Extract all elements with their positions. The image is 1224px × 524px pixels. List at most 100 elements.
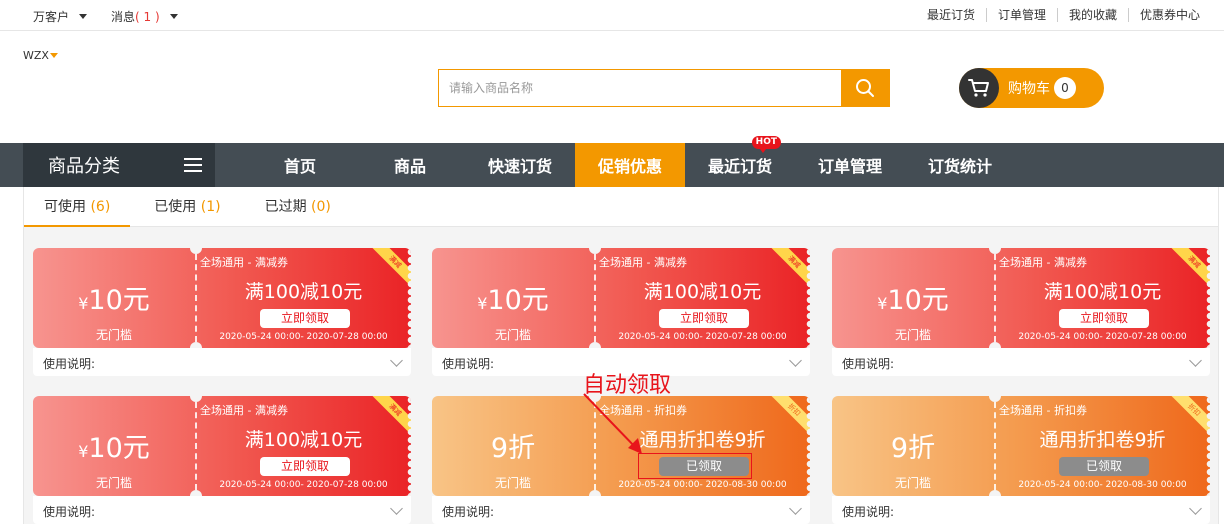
chevron-down-icon xyxy=(789,354,802,367)
nav-item-recent-orders[interactable]: 最近订货 HOT xyxy=(685,136,795,187)
coupon-usage-toggle[interactable]: 使用说明: xyxy=(832,348,1210,376)
logo-text: WZX xyxy=(23,49,49,62)
tab-label: 已使用 xyxy=(154,199,197,215)
coupon-usage-toggle[interactable]: 使用说明: xyxy=(832,496,1210,524)
chevron-down-icon xyxy=(390,502,403,515)
coupon-title: 满100减10元 xyxy=(643,281,762,303)
tab-expired[interactable]: 已过期 (0) xyxy=(245,187,351,227)
top-bar-left: 万客户 消息 ( 1 ) xyxy=(33,8,202,25)
coupon-card: ¥10元 无门槛 全场通用 - 满减券 满100减10元 立即领取 2020-0… xyxy=(832,242,1210,376)
coupon-value: ¥10元 xyxy=(832,278,994,317)
coupon-card: ¥10元 无门槛 全场通用 - 满减券 满100减10元 立即领取 2020-0… xyxy=(33,390,411,524)
coupon-usage-toggle[interactable]: 使用说明: xyxy=(33,348,411,376)
coupon-left: ¥10元 无门槛 xyxy=(33,248,195,348)
coupon-notch xyxy=(989,242,1001,254)
coupon-usage-toggle[interactable]: 使用说明: xyxy=(432,496,810,524)
link-recent-orders[interactable]: 最近订货 xyxy=(916,8,986,22)
currency-symbol: ¥ xyxy=(78,442,89,461)
nav-item-label: 快速订货 xyxy=(487,157,552,176)
coupon-title: 满100减10元 xyxy=(244,429,363,451)
nav-item-label: 促销优惠 xyxy=(597,157,662,176)
coupon-notch xyxy=(190,242,202,254)
coupon-condition: 无门槛 xyxy=(95,328,132,342)
coupon-edge xyxy=(406,396,411,496)
usage-label: 使用说明: xyxy=(442,357,495,371)
claim-button[interactable]: 立即领取 xyxy=(659,309,749,328)
coupon-condition: 无门槛 xyxy=(894,328,931,342)
annotation-arrow-icon xyxy=(583,393,642,454)
coupon-tabs: 可使用 (6) 已使用 (1) 已过期 (0) xyxy=(24,187,1218,227)
tab-used[interactable]: 已使用 (1) xyxy=(134,187,240,227)
nav-item-label: 商品 xyxy=(393,157,426,176)
logo[interactable]: WZX xyxy=(23,49,58,62)
category-menu[interactable]: 商品分类 xyxy=(23,143,215,187)
tab-count: (6) xyxy=(90,199,111,215)
link-coupon-center[interactable]: 优惠券中心 xyxy=(1127,8,1211,22)
search-bar xyxy=(438,69,890,107)
messages-count: ( 1 ) xyxy=(135,9,160,24)
tab-label: 已过期 xyxy=(264,199,307,215)
category-label: 商品分类 xyxy=(48,156,120,177)
claim-button[interactable]: 立即领取 xyxy=(260,309,350,328)
nav-item-label: 首页 xyxy=(283,157,316,176)
nav-item-home[interactable]: 首页 xyxy=(245,143,355,187)
nav-item-quick-order[interactable]: 快速订货 xyxy=(465,143,575,187)
coupon-edge xyxy=(1205,396,1210,496)
coupon-notch xyxy=(989,390,1001,402)
user-menu[interactable]: 万客户 xyxy=(33,8,88,25)
messages-menu[interactable]: 消息 ( 1 ) xyxy=(111,8,178,25)
coupon-usage-toggle[interactable]: 使用说明: xyxy=(33,496,411,524)
claimed-button: 已领取 xyxy=(1059,457,1149,476)
tab-count: (0) xyxy=(311,199,331,215)
nav-item-order-statistics[interactable]: 订货统计 xyxy=(905,143,1015,187)
coupon-title: 满100减10元 xyxy=(244,281,363,303)
coupon-scope: 全场通用 - 满减券 xyxy=(200,404,288,417)
coupon-edge xyxy=(1205,248,1210,348)
nav-item-promotions[interactable]: 促销优惠 xyxy=(575,143,685,187)
annotation-highlight-box xyxy=(638,453,752,479)
link-favorites[interactable]: 我的收藏 xyxy=(1056,8,1128,22)
currency-symbol: ¥ xyxy=(78,294,89,313)
tab-label: 可使用 xyxy=(44,199,86,215)
coupon-amount: 9折 xyxy=(490,433,536,464)
coupon-amount: 10元 xyxy=(487,285,549,316)
coupon-dates: 2020-05-24 00:00- 2020-07-28 00:00 xyxy=(618,332,787,342)
coupon-value: 9折 xyxy=(432,426,594,465)
chevron-down-icon xyxy=(1189,502,1202,515)
coupon-edge xyxy=(805,396,810,496)
chevron-down-icon xyxy=(789,502,802,515)
chevron-down-icon xyxy=(169,14,178,19)
nav-item-order-management[interactable]: 订单管理 xyxy=(795,143,905,187)
claim-button[interactable]: 立即领取 xyxy=(1059,309,1149,328)
coupon-left: 9折 无门槛 xyxy=(832,396,994,496)
usage-label: 使用说明: xyxy=(842,357,895,371)
coupon-card: ¥10元 无门槛 全场通用 - 满减券 满100减10元 立即领取 2020-0… xyxy=(432,242,810,376)
nav-item-label: 订单管理 xyxy=(817,157,882,176)
coupon-ticket: ¥10元 无门槛 全场通用 - 满减券 满100减10元 立即领取 2020-0… xyxy=(33,396,411,496)
coupon-condition: 无门槛 xyxy=(494,476,531,490)
chevron-down-icon xyxy=(79,14,88,19)
coupon-left: ¥10元 无门槛 xyxy=(832,248,994,348)
cart-label: 购物车 xyxy=(1008,81,1050,97)
nav-item-products[interactable]: 商品 xyxy=(355,143,465,187)
nav-item-label: 最近订货 xyxy=(707,157,772,176)
coupon-scope: 全场通用 - 满减券 xyxy=(599,256,687,269)
nav-item-label: 订货统计 xyxy=(927,157,992,176)
cart-button[interactable]: 购物车 0 xyxy=(959,68,1104,108)
coupon-dates: 2020-05-24 00:00- 2020-07-28 00:00 xyxy=(219,332,388,342)
coupon-ticket: ¥10元 无门槛 全场通用 - 满减券 满100减10元 立即领取 2020-0… xyxy=(832,248,1210,348)
coupon-amount: 10元 xyxy=(887,285,949,316)
hot-badge: HOT xyxy=(751,136,781,153)
coupon-card: 9折 无门槛 全场通用 - 折扣券 通用折扣卷9折 已领取 2020-05-24… xyxy=(832,390,1210,524)
coupon-value: 9折 xyxy=(832,426,994,465)
tab-available[interactable]: 可使用 (6) xyxy=(24,187,131,227)
coupon-amount: 10元 xyxy=(88,285,150,316)
claim-button[interactable]: 立即领取 xyxy=(260,457,350,476)
user-name: 万客户 xyxy=(33,10,70,24)
link-order-management[interactable]: 订单管理 xyxy=(985,8,1057,22)
usage-label: 使用说明: xyxy=(43,505,96,519)
coupon-amount: 10元 xyxy=(88,433,150,464)
search-input[interactable] xyxy=(439,70,841,106)
search-button[interactable] xyxy=(841,70,889,106)
cart-count-badge: 0 xyxy=(1054,77,1076,99)
